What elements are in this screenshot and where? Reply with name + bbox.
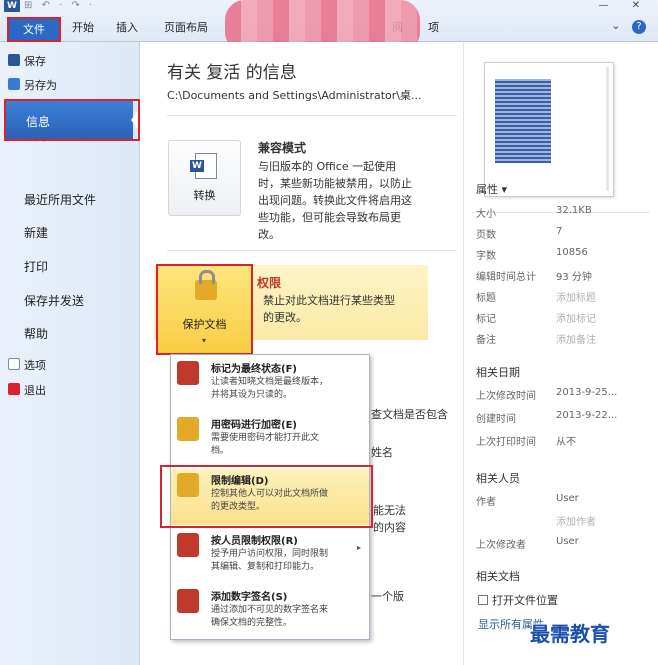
convert-button-label: 转换 <box>193 189 216 202</box>
permissions-desc: 禁止对此文档进行某些类型 的更改。 <box>263 294 395 324</box>
help-area: ⌄ ? <box>611 19 646 34</box>
prop-label: 备注 <box>476 335 496 346</box>
digital-signature-icon <box>177 589 199 613</box>
protect-document-button[interactable]: 保护文档 ▾ <box>156 264 253 355</box>
tab-file[interactable]: 文件 <box>7 17 61 42</box>
restrict-editing-highlight-box <box>160 465 373 528</box>
nav-save[interactable]: 保存 <box>8 53 46 69</box>
divider <box>167 250 457 251</box>
date-value: 2013-9-25... <box>556 387 618 398</box>
ribbon-minimize-icon[interactable]: ⌄ <box>611 19 620 32</box>
hidden-text-fragment: 一个版 <box>371 590 404 603</box>
person-label: 上次修改者 <box>476 540 526 551</box>
menu-restrict-permission-by-people[interactable]: 按人员限制权限(R) 授予用户访问权限，同时限制 其编辑、复制和打印能力。 ▸ <box>171 529 369 581</box>
save-as-icon <box>8 78 20 90</box>
nav-print[interactable]: 打印 <box>24 258 48 275</box>
submenu-arrow-icon: ▸ <box>356 543 361 552</box>
person-value: User <box>556 493 579 504</box>
compat-title: 兼容模式 <box>258 141 307 155</box>
nav-exit[interactable]: 退出 <box>8 382 46 398</box>
tab-home[interactable]: 开始 <box>72 17 94 42</box>
compat-desc: 与旧版本的 Office 一起使用 时，某些新功能被禁用，以防止 出现问题。转换… <box>258 160 412 241</box>
date-label: 上次打印时间 <box>476 437 536 448</box>
tab-addins[interactable]: 项 <box>428 17 439 42</box>
mark-final-icon <box>177 361 199 385</box>
date-value: 2013-9-22... <box>556 410 618 421</box>
open-file-location-link[interactable]: 打开文件位置 <box>478 592 558 608</box>
dates-header: 相关日期 <box>476 366 520 379</box>
person-label: 作者 <box>476 497 496 508</box>
page-title: 有关 复活 的信息 <box>167 63 297 83</box>
document-thumbnail <box>484 62 614 197</box>
thumbnail-scrollbar <box>606 67 609 191</box>
exit-icon <box>8 383 20 395</box>
person-value: User <box>556 536 579 547</box>
date-label: 创建时间 <box>476 414 516 425</box>
menu-encrypt-with-password[interactable]: 用密码进行加密(E) 需要使用密码才能打开此文 档。 <box>171 413 369 465</box>
quick-access-toolbar[interactable]: ⊞ ↶ · ↷ · <box>24 0 95 11</box>
prop-label: 大小 <box>476 209 496 220</box>
no-entry-icon <box>177 533 199 557</box>
lock-icon <box>195 270 217 300</box>
tab-insert[interactable]: 插入 <box>116 17 138 42</box>
nav-options[interactable]: 选项 <box>8 357 46 373</box>
add-comments-field[interactable]: 添加备注 <box>556 331 596 346</box>
properties-header[interactable]: 属性 ▾ <box>476 181 507 197</box>
date-label: 上次修改时间 <box>476 391 536 402</box>
thumbnail-text <box>495 79 551 163</box>
chevron-down-icon: ▾ <box>202 336 207 345</box>
related-docs-header: 相关文档 <box>476 570 520 583</box>
add-title-field[interactable]: 添加标题 <box>556 289 596 304</box>
tab-page-layout[interactable]: 页面布局 <box>164 17 208 42</box>
nav-save-as[interactable]: 另存为 <box>8 77 57 93</box>
save-icon <box>8 54 20 66</box>
prop-value: 7 <box>556 226 563 237</box>
hidden-text-fragment: 姓名 <box>371 446 393 459</box>
nav-save-send[interactable]: 保存并发送 <box>24 292 84 309</box>
add-author-field[interactable]: 添加作者 <box>556 513 596 528</box>
word-document-icon <box>190 153 217 179</box>
nav-info-highlight-box <box>4 99 140 141</box>
divider <box>167 115 457 116</box>
menu-mark-as-final[interactable]: 标记为最终状态(F) 让读者知晓文档是最终版本， 并将其设为只读的。 <box>171 357 369 409</box>
folder-icon <box>478 595 488 605</box>
hidden-text-fragment: 能无法 <box>373 504 406 517</box>
prop-value: 10856 <box>556 247 588 258</box>
prop-label: 标题 <box>476 293 496 304</box>
people-header: 相关人员 <box>476 472 520 485</box>
prop-label: 页数 <box>476 230 496 241</box>
word-app-icon[interactable]: W <box>4 0 20 12</box>
password-lock-icon <box>177 417 199 441</box>
prop-value: 32.1KB <box>556 205 592 216</box>
prop-label: 标记 <box>476 314 496 325</box>
date-value: 从不 <box>556 437 576 448</box>
nav-new[interactable]: 新建 <box>24 224 48 241</box>
prop-label: 字数 <box>476 251 496 262</box>
menu-add-digital-signature[interactable]: 添加数字签名(S) 通过添加不可见的数字签名来 确保文档的完整性。 <box>171 585 369 637</box>
window-controls[interactable]: — ✕ <box>598 0 650 11</box>
prop-value: 93 分钟 <box>556 272 592 283</box>
nav-recent[interactable]: 最近所用文件 <box>24 191 96 208</box>
hidden-text-fragment: 的内容 <box>373 521 406 534</box>
prop-label: 编辑时间总计 <box>476 272 536 283</box>
convert-button[interactable]: 转换 <box>168 140 241 216</box>
properties-panel: 属性 ▾ 大小 32.1KB 页数 7 字数 10856 编辑时间总计 93 分… <box>463 42 658 665</box>
watermark: 最需教育 <box>530 622 610 646</box>
options-icon <box>8 358 20 370</box>
add-tags-field[interactable]: 添加标记 <box>556 310 596 325</box>
help-icon[interactable]: ? <box>632 20 646 34</box>
hidden-text-fragment: 查文档是否包含 <box>371 408 448 421</box>
document-path: C:\Documents and Settings\Administrator\… <box>167 89 422 102</box>
nav-help[interactable]: 帮助 <box>24 325 48 342</box>
protect-document-label: 保护文档 <box>182 318 227 331</box>
permissions-title: 权限 <box>257 276 282 290</box>
